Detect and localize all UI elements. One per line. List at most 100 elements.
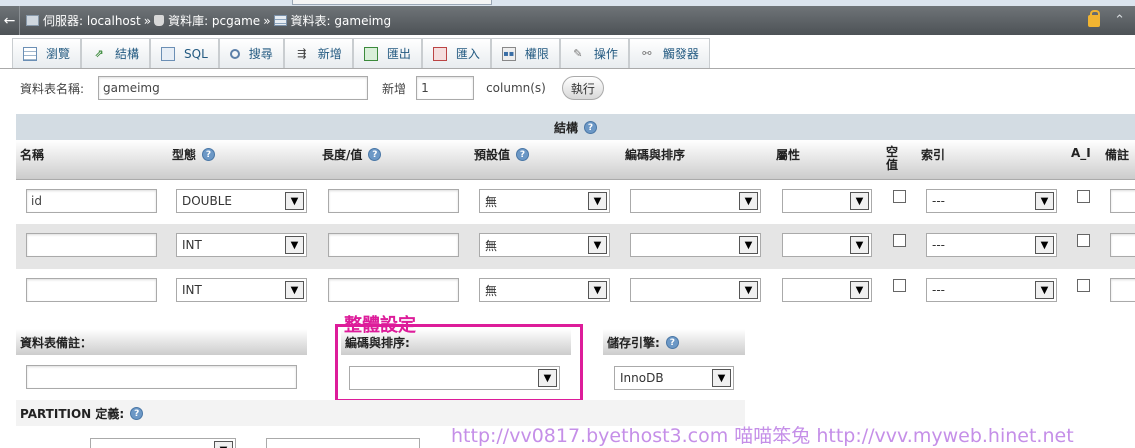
tab-label: 搜尋 — [248, 47, 273, 61]
select-value: 無 — [485, 283, 498, 298]
column-name-input[interactable] — [26, 278, 157, 302]
column-attribute-select[interactable]: ▼ — [782, 233, 872, 257]
table-name-input[interactable] — [98, 76, 369, 100]
tab-operations[interactable]: ✎ 操作 — [559, 38, 629, 68]
column-index-select[interactable]: --- ▼ — [926, 233, 1057, 257]
breadcrumb-server[interactable]: 伺服器: localhost — [26, 12, 141, 29]
tab-export[interactable]: 匯出 — [352, 38, 422, 68]
column-comment-input[interactable] — [1110, 278, 1135, 302]
help-icon[interactable]: ? — [368, 148, 382, 161]
breadcrumb-database[interactable]: 資料庫: pcgame — [154, 12, 260, 29]
header-ai-label: A_I — [1071, 146, 1091, 160]
table-row: DOUBLE▼ 無▼ ▼ ▼ ---▼ — [16, 180, 1135, 225]
chevron-down-icon: ▼ — [850, 192, 869, 210]
tab-label: 瀏覽 — [46, 47, 71, 61]
execute-button[interactable]: 執行 — [561, 76, 604, 100]
help-icon[interactable]: ? — [202, 148, 216, 161]
column-attribute-select[interactable]: ▼ — [782, 189, 872, 213]
column-type-select[interactable]: INT ▼ — [176, 233, 307, 257]
chevron-down-icon: ▼ — [285, 236, 304, 254]
table-comment-input[interactable] — [26, 365, 297, 389]
header-attributes-label: 屬性 — [776, 148, 801, 162]
tab-import[interactable]: 匯入 — [421, 38, 491, 68]
column-collation-select[interactable]: ▼ — [630, 233, 761, 257]
header-index-label: 索引 — [921, 148, 946, 162]
column-length-input[interactable] — [328, 233, 459, 257]
chevron-down-icon: ▼ — [1035, 281, 1054, 299]
phpmyadmin-window: ← 伺服器: localhost » 資料庫: pcgame » 資料表: ga… — [0, 0, 1135, 448]
help-icon[interactable]: ? — [584, 120, 597, 134]
null-checkbox[interactable] — [893, 234, 906, 247]
browser-tab[interactable] — [292, 0, 492, 5]
column-type-select[interactable]: DOUBLE ▼ — [176, 189, 307, 213]
auto-increment-checkbox[interactable] — [1077, 190, 1090, 203]
tab-search[interactable]: 搜尋 — [218, 38, 284, 68]
watermark-text: http://vv0817.byethost3.com 喵喵笨兔 http://… — [451, 425, 1074, 447]
tab-structure[interactable]: ⇗ 結構 — [81, 38, 151, 68]
chevron-down-icon: ▼ — [739, 192, 758, 210]
header-default: 預設值? — [474, 146, 530, 163]
column-collation-select[interactable]: ▼ — [630, 278, 761, 302]
breadcrumb-server-label: 伺服器: localhost — [43, 14, 141, 28]
chevron-down-icon: ▼ — [588, 281, 607, 299]
column-default-select[interactable]: 無 ▼ — [479, 189, 610, 213]
tab-label: 匯入 — [455, 47, 480, 61]
privileges-icon: ▪▪ — [501, 46, 516, 61]
column-length-input[interactable] — [328, 278, 459, 302]
tab-label: 匯出 — [386, 47, 411, 61]
import-icon — [432, 46, 447, 61]
table-comment-header: 資料表備註： — [16, 329, 307, 355]
help-icon[interactable]: ? — [665, 335, 679, 349]
back-arrow-icon[interactable]: ← — [0, 6, 20, 35]
chevron-down-icon: ▼ — [285, 281, 304, 299]
breadcrumb-table[interactable]: 資料表: gameimg — [273, 12, 391, 29]
partition-option-select[interactable] — [266, 438, 420, 448]
storage-engine-label: 儲存引擎: — [607, 335, 660, 350]
tab-label: 權限 — [524, 47, 549, 61]
export-icon — [363, 46, 378, 61]
auto-increment-checkbox[interactable] — [1077, 234, 1090, 247]
column-default-select[interactable]: 無 ▼ — [479, 233, 610, 257]
auto-increment-checkbox[interactable] — [1077, 279, 1090, 292]
header-ai: A_I — [1071, 146, 1091, 160]
header-length: 長度/值? — [322, 146, 382, 163]
tab-label: SQL — [184, 46, 208, 61]
partition-select[interactable]: ▼ — [90, 438, 236, 448]
annotation-highlight-box — [335, 324, 583, 402]
column-length-input[interactable] — [328, 189, 459, 213]
header-index: 索引 — [921, 146, 945, 163]
insert-icon: ⇶ — [297, 47, 307, 60]
column-default-select[interactable]: 無 ▼ — [479, 278, 610, 302]
null-checkbox[interactable] — [893, 279, 906, 292]
triggers-icon: ⚯ — [642, 47, 652, 60]
column-index-select[interactable]: --- ▼ — [926, 189, 1057, 213]
sql-icon — [161, 46, 176, 61]
select-value: --- — [932, 283, 945, 297]
column-index-select[interactable]: --- ▼ — [926, 278, 1057, 302]
tab-privileges[interactable]: ▪▪ 權限 — [490, 38, 560, 68]
help-icon[interactable]: ? — [516, 148, 530, 161]
tab-insert[interactable]: ⇶ 新增 — [283, 38, 353, 68]
column-name-input[interactable] — [26, 189, 157, 213]
storage-engine-select[interactable]: InnoDB ▼ — [614, 366, 734, 390]
column-attribute-select[interactable]: ▼ — [782, 278, 872, 302]
tab-browse[interactable]: 瀏覽 — [12, 38, 82, 68]
chevron-down-icon: ▼ — [850, 236, 869, 254]
help-icon[interactable]: ? — [130, 406, 144, 420]
lock-icon[interactable] — [1088, 9, 1101, 27]
collapse-icon[interactable]: ⌃ — [1114, 13, 1125, 28]
structure-icon: ⇗ — [94, 47, 104, 60]
select-value: INT — [182, 283, 202, 297]
column-comment-input[interactable] — [1110, 189, 1135, 213]
null-checkbox[interactable] — [893, 190, 906, 203]
column-comment-input[interactable] — [1110, 233, 1135, 257]
select-value: DOUBLE — [182, 194, 232, 208]
header-type: 型態? — [172, 146, 216, 163]
column-type-select[interactable]: INT ▼ — [176, 278, 307, 302]
tab-sql[interactable]: SQL — [150, 38, 219, 68]
table-name-label: 資料表名稱: — [20, 81, 85, 96]
column-name-input[interactable] — [26, 233, 157, 257]
add-columns-count-input[interactable] — [416, 76, 475, 100]
column-collation-select[interactable]: ▼ — [630, 189, 761, 213]
tab-triggers[interactable]: ⚯ 觸發器 — [628, 38, 710, 68]
